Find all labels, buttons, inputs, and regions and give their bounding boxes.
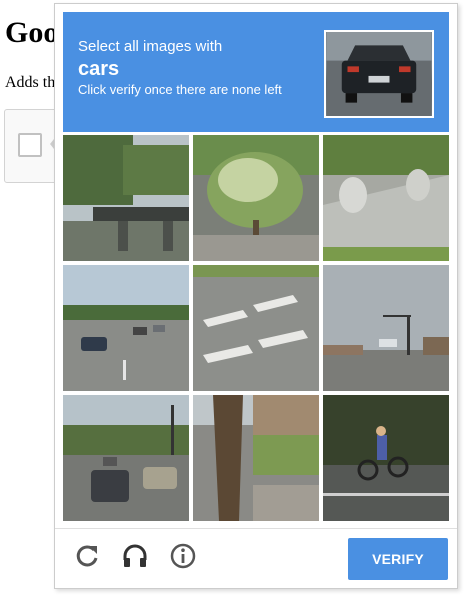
captcha-challenge-dialog: Select all images with cars Click verify…	[54, 3, 458, 589]
image-tile[interactable]	[323, 395, 449, 521]
image-grid	[63, 135, 449, 521]
sample-image	[324, 30, 434, 118]
image-tile[interactable]	[323, 135, 449, 261]
footer-divider	[55, 528, 457, 529]
info-icon[interactable]	[169, 542, 197, 570]
image-tile[interactable]	[193, 135, 319, 261]
instruction-text: Select all images with	[78, 38, 223, 55]
image-tile[interactable]	[63, 395, 189, 521]
image-tile[interactable]	[193, 265, 319, 391]
target-keyword: cars	[78, 58, 120, 80]
verify-button[interactable]: VERIFY	[348, 538, 448, 580]
headphones-icon[interactable]	[121, 542, 149, 570]
image-tile[interactable]	[193, 395, 319, 521]
instruction-subtext: Click verify once there are none left	[78, 82, 282, 97]
recaptcha-checkbox[interactable]	[18, 133, 42, 157]
image-tile[interactable]	[323, 265, 449, 391]
image-tile[interactable]	[63, 265, 189, 391]
page-text: Adds th	[5, 74, 56, 91]
challenge-header: Select all images with cars Click verify…	[63, 12, 449, 132]
page-title: Goo	[5, 16, 59, 49]
image-tile[interactable]	[63, 135, 189, 261]
reload-icon[interactable]	[73, 542, 101, 570]
